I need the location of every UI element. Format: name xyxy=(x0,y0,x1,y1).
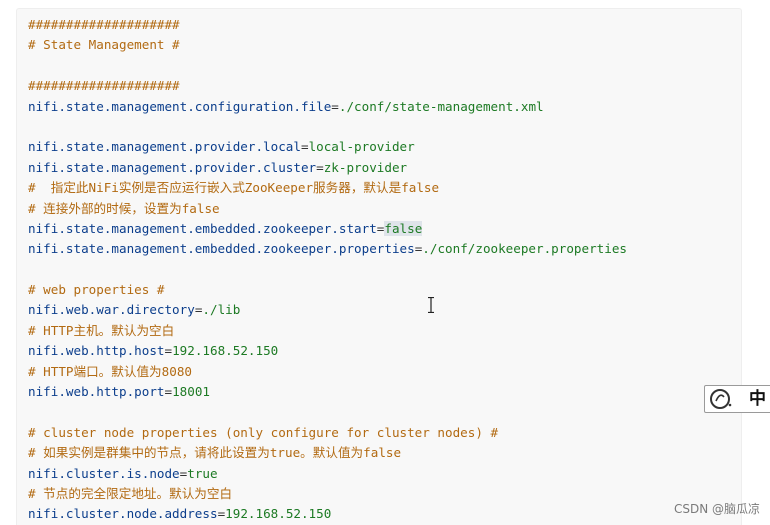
property-key: nifi.cluster.node.address xyxy=(28,506,218,522)
equals-sign: = xyxy=(331,98,339,114)
code-line: nifi.state.management.embedded.zookeeper… xyxy=(28,239,627,259)
code-line: nifi.state.management.provider.local=loc… xyxy=(28,137,627,157)
code-comment: # 节点的完全限定地址。默认为空白 xyxy=(28,485,233,501)
property-value: local-provider xyxy=(308,139,415,155)
code-comment: # HTTP主机。默认为空白 xyxy=(28,322,175,338)
equals-sign: = xyxy=(164,343,173,359)
code-comment: # 如果实例是群集中的节点，请将此设置为true。默认值为false xyxy=(28,445,402,461)
property-value-highlighted: false xyxy=(384,220,423,236)
code-line: nifi.web.war.directory=./lib xyxy=(28,300,627,320)
code-comment: #################### xyxy=(28,78,180,94)
code-line: # web properties # xyxy=(28,280,627,300)
property-key: nifi.web.http.host xyxy=(28,343,165,359)
code-line: nifi.web.http.port=18001 xyxy=(28,382,627,402)
watermark: CSDN @脑瓜凉 xyxy=(673,502,760,516)
code-comment: # HTTP端口。默认值为8080 xyxy=(28,363,192,379)
property-key: nifi.state.management.provider.cluster xyxy=(28,159,317,175)
property-key: nifi.state.management.embedded.zookeeper… xyxy=(28,220,377,236)
ime-mode-indicator[interactable]: 中 xyxy=(749,388,766,410)
code-line: nifi.cluster.is.node=true xyxy=(28,464,627,484)
code-line: # State Management # xyxy=(28,35,627,55)
property-key: nifi.web.http.port xyxy=(28,384,165,400)
property-key: nifi.web.war.directory xyxy=(28,302,195,318)
property-key: nifi.cluster.is.node xyxy=(28,465,180,481)
property-value: ./conf/zookeeper.properties xyxy=(422,241,627,257)
code-line: #################### xyxy=(28,76,627,96)
property-value: 192.168.52.150 xyxy=(172,343,279,359)
text-cursor-icon xyxy=(428,297,434,313)
code-line: nifi.web.http.host=192.168.52.150 xyxy=(28,341,627,361)
code-line: # 如果实例是群集中的节点，请将此设置为true。默认值为false xyxy=(28,443,627,463)
property-value: ./lib xyxy=(202,302,241,318)
code-line: nifi.state.management.embedded.zookeeper… xyxy=(28,219,627,239)
code-comment: # State Management # xyxy=(28,37,180,53)
code-line: # HTTP主机。默认为空白 xyxy=(28,321,627,341)
code-comment: # 指定此NiFi实例是否应运行嵌入式ZooKeeper服务器，默认是false xyxy=(28,180,440,196)
code-line: # 连接外部的时候，设置为false xyxy=(28,199,627,219)
equals-sign: = xyxy=(164,384,173,400)
code-lines: #################### # State Management #… xyxy=(28,15,627,525)
code-line: #################### xyxy=(28,15,627,35)
property-key: nifi.state.management.configuration.file xyxy=(28,98,332,114)
property-value: 18001 xyxy=(172,384,210,400)
code-comment: # web properties # xyxy=(28,282,165,298)
code-comment: # cluster node properties (only configur… xyxy=(28,424,499,440)
property-key: nifi.state.management.embedded.zookeeper… xyxy=(28,241,415,257)
code-block: #################### # State Management #… xyxy=(16,8,742,525)
code-line: nifi.cluster.node.address=192.168.52.150 xyxy=(28,504,627,524)
code-line: # 节点的完全限定地址。默认为空白 xyxy=(28,484,627,504)
equals-sign: = xyxy=(300,139,309,155)
property-value: true xyxy=(187,465,218,481)
equals-sign: = xyxy=(316,159,324,175)
code-line: # HTTP端口。默认值为8080 xyxy=(28,362,627,382)
code-line: # 指定此NiFi实例是否应运行嵌入式ZooKeeper服务器，默认是false xyxy=(28,178,627,198)
code-comment: #################### xyxy=(28,17,180,32)
code-line: # cluster node properties (only configur… xyxy=(28,423,627,443)
property-value: 192.168.52.150 xyxy=(225,506,332,522)
code-comment: # 连接外部的时候，设置为false xyxy=(28,200,220,216)
ime-logo-icon[interactable] xyxy=(709,388,735,410)
ime-toolbar[interactable]: 中 xyxy=(704,385,770,413)
code-line: nifi.state.management.configuration.file… xyxy=(28,97,627,117)
property-value: ./conf/state-management.xml xyxy=(338,98,544,114)
property-key: nifi.state.management.provider.local xyxy=(28,139,301,155)
code-line: nifi.state.management.provider.cluster=z… xyxy=(28,158,627,178)
property-value: zk-provider xyxy=(323,159,408,175)
